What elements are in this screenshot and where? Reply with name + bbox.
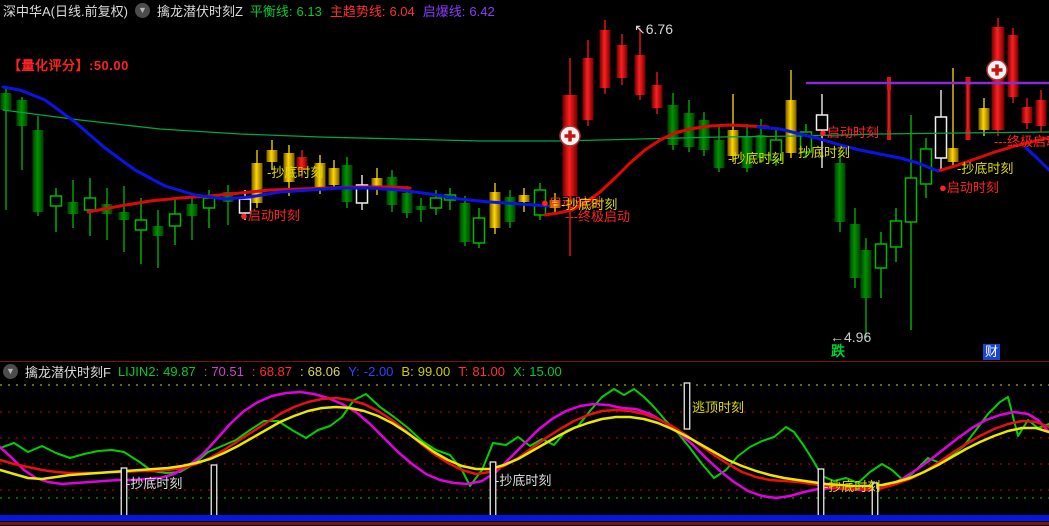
field-value: 6.04 bbox=[389, 4, 415, 19]
cross-circle-icon bbox=[559, 125, 581, 147]
signal-marker-bar bbox=[817, 468, 825, 518]
field-value: 70.51 bbox=[211, 363, 244, 379]
blue-trend-line bbox=[1, 85, 550, 208]
chevron-down-icon[interactable]: ▼ bbox=[3, 363, 18, 379]
field-label: LIJIN2: bbox=[117, 363, 160, 379]
sub-indicator-values: LIJIN2: 49.87:70.51:68.87:68.06 Y: -2.00 B: 9… bbox=[118, 364, 570, 379]
field-1: 主趋势线: 6.04 bbox=[330, 4, 415, 19]
signal-marker-bar bbox=[120, 467, 128, 518]
field-value: 68.87 bbox=[259, 363, 293, 379]
indicator-line-chart[interactable] bbox=[0, 380, 1049, 526]
signal-marker-bar bbox=[489, 461, 497, 518]
field-label: 主趋势线: bbox=[329, 4, 386, 19]
main-candlestick-chart[interactable] bbox=[0, 0, 1049, 361]
field-label: B: bbox=[401, 363, 414, 379]
quant-score-label: 【量化评分】:50.00 bbox=[8, 58, 129, 73]
field-label: X: bbox=[512, 363, 526, 379]
field-4: Y: -2.00 bbox=[348, 364, 393, 379]
balance-line bbox=[2, 109, 1049, 142]
field-5: B: 99.00 bbox=[401, 364, 450, 379]
field-1: :70.51 bbox=[204, 364, 244, 379]
field-0: 平衡线: 6.13 bbox=[250, 4, 322, 19]
field-label: Y: bbox=[348, 363, 360, 379]
main-chart-header: 深中华A(日线.前复权) ▼ 擒龙潜伏时刻Z 平衡线: 6.13 主趋势线: 6.04… bbox=[3, 2, 503, 19]
chevron-down-icon[interactable]: ▼ bbox=[134, 3, 150, 18]
blue-trend-line bbox=[1024, 146, 1049, 172]
field-value: 99.00 bbox=[417, 363, 451, 379]
field-label: T: bbox=[458, 363, 469, 379]
cross-circle-icon bbox=[986, 59, 1008, 81]
field-label: : bbox=[300, 363, 304, 379]
field-7: X: 15.00 bbox=[513, 364, 562, 379]
field-6: T: 81.00 bbox=[458, 364, 505, 379]
trading-terminal: 深中华A(日线.前复权) ▼ 擒龙潜伏时刻Z 平衡线: 6.13 主趋势线: 6.04… bbox=[0, 0, 1049, 526]
signal-marker-bar bbox=[683, 382, 691, 430]
bottom-band bbox=[0, 515, 1049, 521]
field-value: 81.00 bbox=[472, 363, 505, 379]
field-value: 49.87 bbox=[163, 363, 196, 379]
field-value: 6.13 bbox=[296, 4, 322, 19]
field-2: :68.87 bbox=[252, 364, 292, 379]
indicator-name-sub[interactable]: 擒龙潜伏时刻F bbox=[25, 362, 111, 381]
field-label: : bbox=[251, 363, 256, 379]
field-2: 启爆线: 6.42 bbox=[423, 4, 495, 19]
field-3: :68.06 bbox=[300, 364, 340, 379]
symbol-title: 深中华A(日线.前复权) bbox=[3, 4, 128, 19]
field-value: 15.00 bbox=[529, 363, 562, 379]
field-0: LIJIN2: 49.87 bbox=[118, 364, 196, 379]
indicator-name-main[interactable]: 擒龙潜伏时刻Z bbox=[157, 1, 243, 20]
field-value: 6.42 bbox=[469, 4, 495, 19]
field-value: 68.06 bbox=[307, 363, 341, 379]
field-label: : bbox=[203, 363, 208, 379]
field-label: 平衡线: bbox=[249, 4, 293, 19]
field-value: -2.00 bbox=[363, 363, 394, 379]
field-label: 启爆线: bbox=[422, 4, 466, 19]
indicator-panel-header: ▼ 擒龙潜伏时刻F LIJIN2: 49.87:70.51:68.87:68.06… bbox=[0, 361, 1049, 380]
signal-marker-bar bbox=[210, 464, 218, 518]
signal-marker-bar bbox=[871, 482, 879, 518]
bottom-band bbox=[0, 522, 1049, 525]
main-indicator-values: 平衡线: 6.13 主趋势线: 6.04 启爆线: 6.42 bbox=[250, 1, 503, 20]
candles-layer bbox=[0, 18, 1047, 338]
indicator-line-slow-yellow bbox=[0, 405, 1049, 488]
